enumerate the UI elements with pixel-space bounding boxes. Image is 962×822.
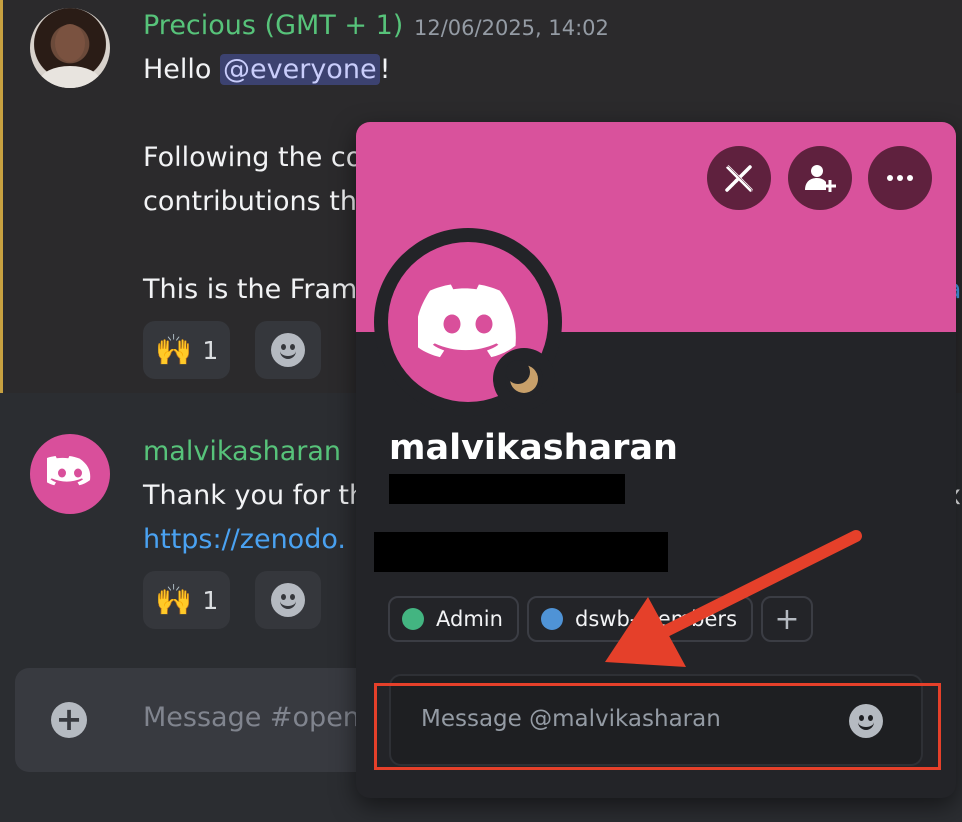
- annotation-arrow-icon: [605, 530, 862, 667]
